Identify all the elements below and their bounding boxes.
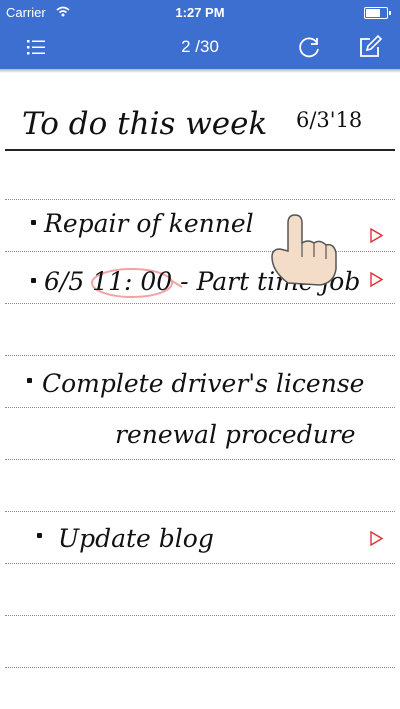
status-time: 1:27 PM <box>175 5 225 20</box>
play-arrow-icon[interactable] <box>369 228 384 243</box>
battery-icon <box>364 7 391 19</box>
note-date: 6/3'18 <box>296 108 363 132</box>
edit-compose-icon[interactable] <box>356 33 384 61</box>
ruled-line <box>5 355 395 356</box>
todo-text: Update blog <box>58 524 214 553</box>
ruled-line <box>5 511 395 512</box>
play-arrow-icon[interactable] <box>369 272 384 287</box>
pointing-hand-icon <box>271 214 337 286</box>
ruled-line <box>5 303 395 304</box>
bullet-icon <box>31 278 36 283</box>
title-underline <box>5 149 395 151</box>
todo-text: Repair of kennel <box>44 209 254 238</box>
ruled-line <box>5 615 395 616</box>
ruled-line <box>5 199 395 200</box>
ruled-line <box>5 563 395 564</box>
nav-bar: 2 /30 <box>0 25 400 69</box>
play-arrow-icon[interactable] <box>369 531 384 546</box>
todo-text: Complete driver's license <box>42 369 365 398</box>
ruled-line <box>5 667 395 668</box>
note-title: To do this week <box>22 106 268 142</box>
nav-shadow <box>0 69 400 73</box>
bullet-icon <box>31 220 36 225</box>
bullet-icon <box>37 533 42 538</box>
todo-text-continued: renewal procedure <box>115 420 356 449</box>
ruled-line <box>5 459 395 460</box>
status-bar: Carrier 1:27 PM <box>0 0 400 25</box>
refresh-icon[interactable] <box>296 33 324 61</box>
bullet-icon <box>27 378 32 383</box>
page-indicator: 2 /30 <box>181 37 219 56</box>
ruled-line <box>5 407 395 408</box>
